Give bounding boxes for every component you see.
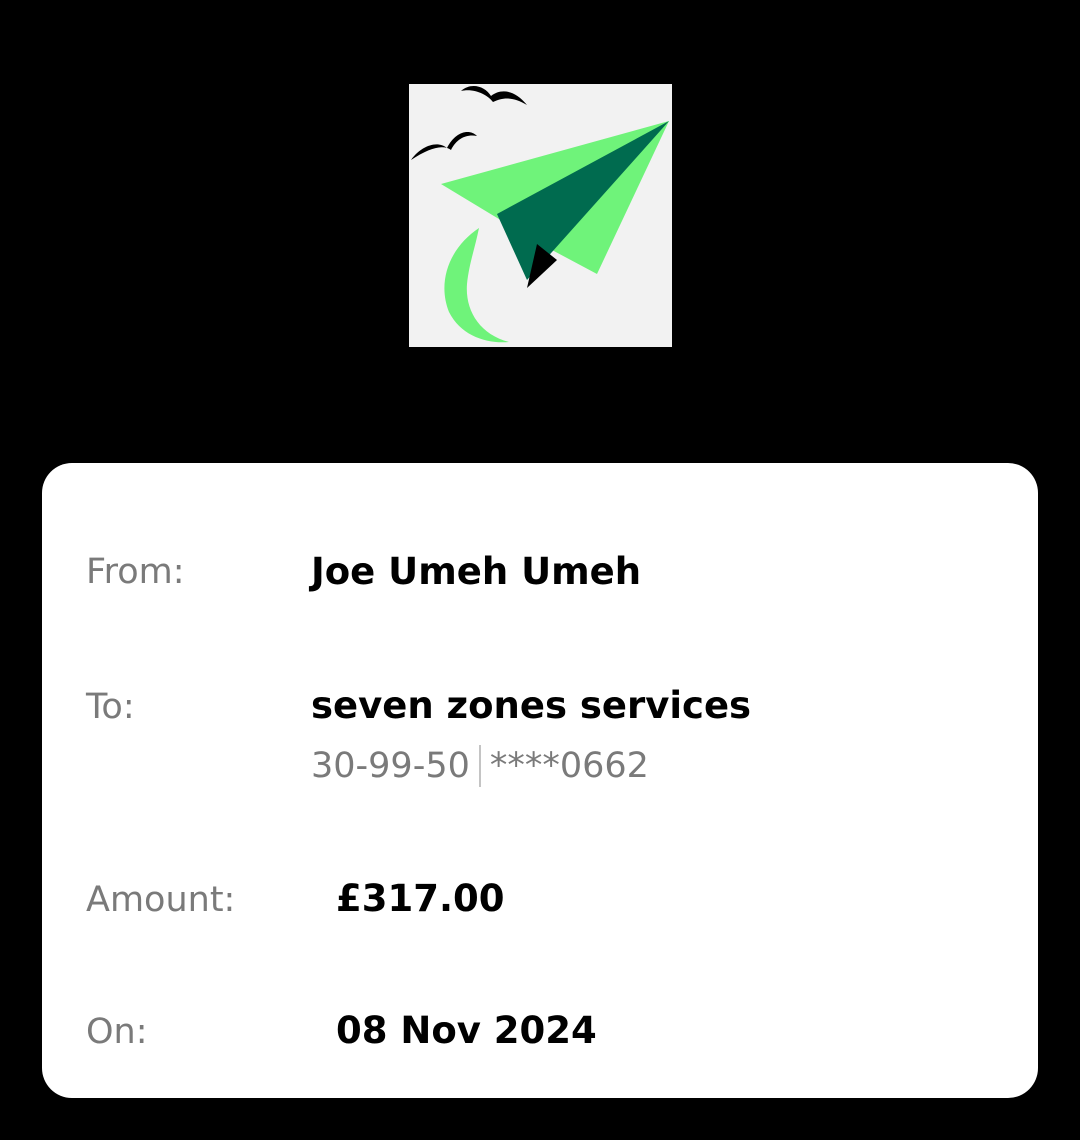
paper-plane-icon: [411, 85, 669, 343]
account-details: 30-99-50 ****0662: [311, 745, 649, 787]
date-label: On:: [86, 1012, 148, 1052]
to-label: To:: [86, 687, 135, 727]
amount-label: Amount:: [86, 880, 236, 920]
sort-code: 30-99-50: [311, 745, 470, 786]
divider: [478, 745, 481, 787]
date-value: 08 Nov 2024: [336, 1009, 597, 1052]
account-number-masked: ****0662: [489, 745, 649, 786]
trail-swoosh: [444, 228, 509, 343]
to-value: seven zones services: [311, 684, 752, 727]
paper-plane-logo: [409, 84, 672, 347]
transfer-details-card: From: Joe Umeh Umeh To: seven zones serv…: [42, 463, 1038, 1098]
amount-value: £317.00: [336, 877, 505, 920]
from-label: From:: [86, 552, 185, 592]
from-value: Joe Umeh Umeh: [311, 550, 642, 593]
bird-icon: [411, 132, 477, 160]
bird-icon: [461, 85, 527, 105]
